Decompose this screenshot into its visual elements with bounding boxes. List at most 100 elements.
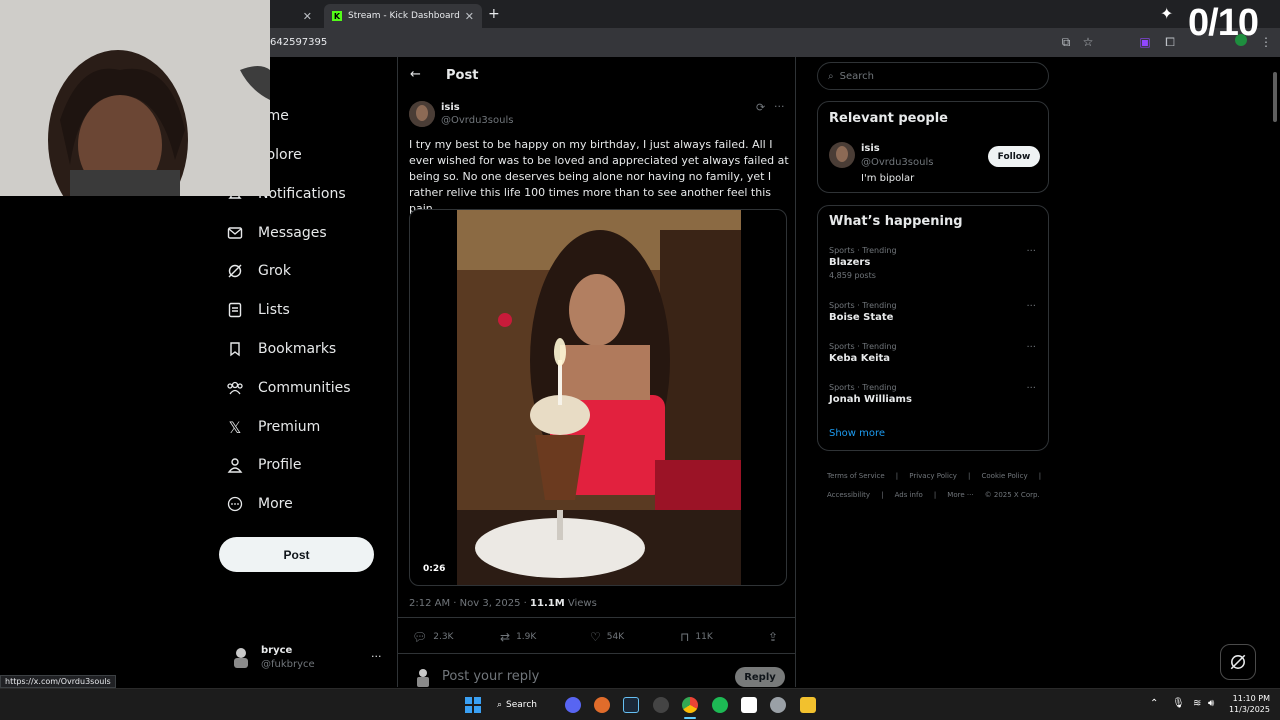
twitch-extension-icon[interactable]: ▣ <box>1137 34 1153 50</box>
sparkle-icon: ✦ <box>1160 4 1174 23</box>
account-name: bryce <box>261 645 293 656</box>
browser-tab-kick[interactable]: K Stream - Kick Dashboard ✕ <box>324 4 482 28</box>
share-action[interactable]: ⇪ <box>768 630 784 644</box>
tab-close-icon[interactable]: ✕ <box>465 10 474 23</box>
trend-item[interactable]: Sports · Trending Jonah Williams <box>829 383 1039 405</box>
nav-grok[interactable]: Grok <box>226 257 291 285</box>
trend-count: 4,859 posts <box>829 271 876 280</box>
post-button[interactable]: Post <box>219 537 374 572</box>
like-count: 54K <box>606 632 625 642</box>
person-handle[interactable]: @Ovrdu3souls <box>861 157 933 168</box>
nav-label: Notifications <box>258 186 346 202</box>
person-name[interactable]: isis <box>861 143 880 154</box>
trend-more-icon[interactable]: ··· <box>1026 301 1036 312</box>
account-more-icon[interactable]: ··· <box>371 650 382 663</box>
tab-label: Stream - Kick Dashboard <box>348 11 460 21</box>
reply-action[interactable]: 💬︎ 2.3K <box>412 630 453 644</box>
tray-overflow-icon[interactable]: ⌃ <box>1150 698 1158 709</box>
footer-link[interactable]: Privacy Policy <box>909 472 957 480</box>
extensions-icon[interactable]: ⧠ <box>1162 34 1178 50</box>
steam-icon[interactable] <box>623 697 639 713</box>
repost-count: 1.9K <box>516 632 537 642</box>
reply-icon: 💬︎ <box>412 630 428 644</box>
x-logo-icon: 𝕏 <box>228 417 242 437</box>
trend-more-icon[interactable]: ··· <box>1026 342 1036 353</box>
windows-start-icon[interactable] <box>465 697 481 713</box>
footer-separator: | <box>1038 472 1042 480</box>
footer-link[interactable]: Cookie Policy <box>982 472 1028 480</box>
footer-link[interactable]: Ads info <box>895 491 923 499</box>
taskbar-clock[interactable]: 11:10 PM 11/3/2025 <box>1226 693 1270 715</box>
trend-name: Jonah Williams <box>829 394 912 405</box>
trend-name: Blazers <box>829 257 871 268</box>
nav-messages[interactable]: Messages <box>226 219 327 247</box>
search-icon: ⌕ <box>828 70 834 82</box>
nav-label: Messages <box>258 225 327 241</box>
relevant-people-card: Relevant people isis @Ovrdu3souls I'm bi… <box>817 101 1049 193</box>
trend-more-icon[interactable]: ··· <box>1026 246 1036 257</box>
scrollbar-thumb[interactable] <box>1273 72 1277 122</box>
trend-more-icon[interactable]: ··· <box>1026 383 1036 394</box>
footer-link[interactable]: Terms of Service <box>827 472 885 480</box>
search-input[interactable]: ⌕ Search <box>817 62 1049 90</box>
tab-close-icon[interactable]: ✕ <box>303 10 312 23</box>
settings-app-icon[interactable] <box>653 697 669 713</box>
capcut-icon[interactable] <box>741 697 757 713</box>
action-bar: 💬︎ 2.3K ⇄ 1.9K ♡ 54K ⊓ 11K ⇪ <box>398 57 795 687</box>
grok-floating-button[interactable] <box>1220 644 1256 680</box>
avatar <box>230 646 252 670</box>
install-app-icon[interactable]: ⧉ <box>1058 34 1074 50</box>
repost-icon: ⇄ <box>500 630 511 644</box>
bookmark-action[interactable]: ⊓ 11K <box>680 630 713 644</box>
list-icon <box>226 301 244 319</box>
repost-action[interactable]: ⇄ 1.9K <box>500 630 536 644</box>
card-title: What’s happening <box>829 214 963 229</box>
nav-bookmarks[interactable]: Bookmarks <box>226 335 336 363</box>
trend-name: Keba Keita <box>829 353 891 364</box>
nav-premium[interactable]: 𝕏 Premium <box>226 413 321 441</box>
volume-icon[interactable]: 🔊︎ <box>1208 698 1214 709</box>
taskbar-search[interactable]: ⌕ Search <box>497 697 549 713</box>
nav-profile[interactable]: Profile <box>226 451 302 479</box>
grok-icon <box>1230 654 1246 670</box>
browser-menu-icon[interactable]: ⋮ <box>1258 34 1274 50</box>
nav-lists[interactable]: Lists <box>226 296 290 324</box>
notes-app-icon[interactable] <box>800 697 816 713</box>
account-switcher[interactable]: bryce @fukbryce ··· <box>226 640 386 676</box>
show-more-link[interactable]: Show more <box>829 428 885 439</box>
mail-icon <box>226 224 244 242</box>
nav-more[interactable]: More <box>226 490 293 518</box>
reply-button[interactable]: Reply <box>735 667 785 687</box>
new-tab-button[interactable]: + <box>488 6 500 22</box>
footer-link[interactable]: Accessibility <box>827 491 870 499</box>
footer-link[interactable]: More ··· <box>947 491 973 499</box>
share-icon: ⇪ <box>768 630 779 644</box>
trend-meta: Sports · Trending <box>829 301 897 310</box>
browser-tab[interactable]: ✕ <box>270 4 320 28</box>
bookmark-icon: ⊓ <box>680 630 690 644</box>
bookmark-icon <box>226 340 244 358</box>
bookmark-star-icon[interactable]: ☆ <box>1080 34 1096 50</box>
footer-separator: | <box>895 472 899 480</box>
microphone-icon[interactable]: 🎙︎ <box>1172 698 1185 709</box>
clock-time: 11:10 PM <box>1232 694 1270 703</box>
trend-item[interactable]: Sports · Trending Blazers 4,859 posts <box>829 246 1039 280</box>
browser-app-icon[interactable] <box>594 697 610 713</box>
trend-item[interactable]: Sports · Trending Boise State <box>829 301 1039 323</box>
address-bar[interactable]: 642597395 <box>260 34 1110 52</box>
nav-label: Communities <box>258 380 351 396</box>
nav-communities[interactable]: Communities <box>226 374 351 402</box>
person-avatar[interactable] <box>829 142 855 168</box>
trend-item[interactable]: Sports · Trending Keba Keita <box>829 342 1039 364</box>
scrollbar[interactable] <box>1272 60 1278 680</box>
reply-input[interactable]: Post your reply <box>442 669 539 684</box>
discord-icon[interactable] <box>565 697 581 713</box>
person-bio: I'm bipolar <box>861 173 915 184</box>
chrome-icon[interactable] <box>682 697 698 713</box>
edge-app-icon[interactable] <box>770 697 786 713</box>
wifi-icon[interactable]: ≋ <box>1193 698 1201 709</box>
divider <box>398 653 795 654</box>
spotify-icon[interactable] <box>712 697 728 713</box>
like-action[interactable]: ♡ 54K <box>590 630 624 644</box>
follow-button[interactable]: Follow <box>988 146 1040 167</box>
